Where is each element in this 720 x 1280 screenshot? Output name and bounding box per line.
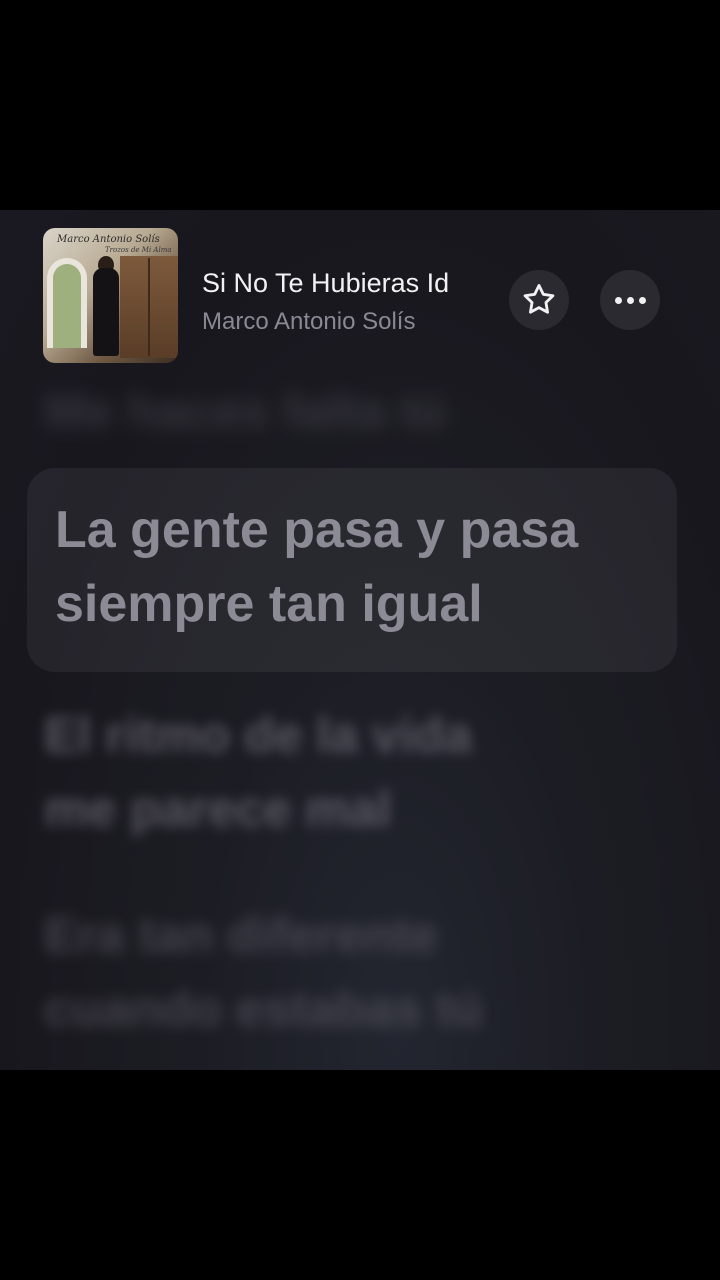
lyric-text: Era tan diferente <box>44 907 439 963</box>
album-art-figure <box>93 268 119 356</box>
album-artwork[interactable]: Marco Antonio Solís Trozos de Mi Alma <box>43 228 178 363</box>
lyric-line-upcoming[interactable]: Era tan diferente cuando estabas tú <box>44 898 483 1046</box>
song-title[interactable]: Si No Te Hubieras Id <box>202 268 498 299</box>
more-options-button[interactable] <box>600 270 660 330</box>
lyric-text: Me haces falta tú <box>44 383 447 439</box>
ellipsis-dot <box>638 296 646 304</box>
album-art-title: Marco Antonio Solís <box>57 234 160 245</box>
ellipsis-icon <box>614 296 646 304</box>
ellipsis-dot <box>614 296 622 304</box>
lyric-text: La gente pasa y pasa <box>55 501 579 559</box>
lyric-line-next[interactable]: El ritmo de la vida me parece mal <box>44 698 472 846</box>
favorite-button[interactable] <box>509 270 569 330</box>
lyric-text: El ritmo de la vida <box>44 707 472 763</box>
ellipsis-dot <box>626 296 634 304</box>
album-art-subtitle: Trozos de Mi Alma <box>105 246 172 254</box>
lyrics-screen: Marco Antonio Solís Trozos de Mi Alma Si… <box>0 210 720 1070</box>
album-art-arch <box>47 258 87 348</box>
star-icon <box>523 284 555 314</box>
lyric-text: me parece mal <box>44 781 392 837</box>
album-art-door-line <box>148 258 150 356</box>
lyric-line-previous[interactable]: Me haces falta tú <box>44 374 447 448</box>
artist-name[interactable]: Marco Antonio Solís <box>202 308 502 336</box>
lyric-text: cuando estabas tú <box>44 981 483 1037</box>
now-playing-header: Marco Antonio Solís Trozos de Mi Alma Si… <box>0 210 720 370</box>
lyric-line-current[interactable]: La gente pasa y pasa siempre tan igual <box>55 493 578 641</box>
lyric-text: siempre tan igual <box>55 575 483 633</box>
